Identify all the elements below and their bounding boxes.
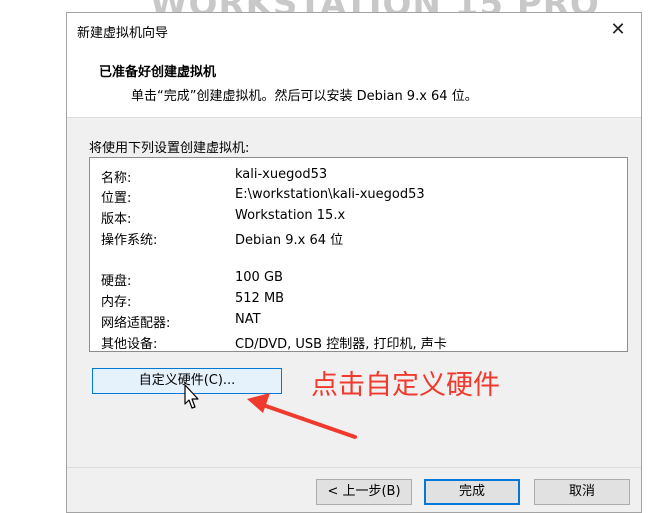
finish-button[interactable]: 完成: [424, 479, 520, 505]
footer-separator: [67, 467, 641, 468]
setting-value: NAT: [235, 312, 261, 327]
header-subtitle: 单击“完成”创建虚拟机。然后可以安装 Debian 9.x 64 位。: [131, 89, 478, 104]
setting-value: kali-xuegod53: [235, 167, 328, 182]
mouse-cursor-icon: [184, 384, 199, 409]
setting-key: 位置:: [101, 191, 132, 206]
title-bar: 新建虚拟机向导 ✕: [67, 13, 641, 47]
screen: WORKSTATION 15 PRO™ 新建虚拟机向导 ✕ 已准备好创建虚拟机 …: [0, 0, 661, 513]
window-title: 新建虚拟机向导: [77, 26, 169, 41]
header-title: 已准备好创建虚拟机: [99, 65, 217, 80]
setting-key: 名称:: [101, 171, 132, 186]
settings-label: 将使用下列设置创建虚拟机:: [89, 141, 250, 156]
wizard-header: 已准备好创建虚拟机 单击“完成”创建虚拟机。然后可以安装 Debian 9.x …: [67, 47, 641, 118]
setting-key: 硬盘:: [101, 274, 132, 289]
setting-key: 网络适配器:: [101, 316, 171, 331]
setting-key: 其他设备:: [101, 337, 158, 352]
close-icon[interactable]: ✕: [595, 13, 641, 47]
setting-value: 512 MB: [235, 291, 285, 306]
setting-value: 100 GB: [235, 270, 283, 285]
setting-key: 版本:: [101, 212, 132, 227]
cancel-button[interactable]: 取消: [534, 479, 630, 505]
settings-summary-box: 名称: kali-xuegod53 位置: E:\workstation\kal…: [89, 157, 628, 352]
setting-value: Workstation 15.x: [235, 208, 346, 223]
new-vm-wizard-dialog: 新建虚拟机向导 ✕ 已准备好创建虚拟机 单击“完成”创建虚拟机。然后可以安装 D…: [66, 12, 642, 513]
back-button[interactable]: < 上一步(B): [316, 479, 412, 505]
setting-value: CD/DVD, USB 控制器, 打印机, 声卡: [235, 337, 447, 352]
setting-value: Debian 9.x 64 位: [235, 233, 344, 248]
annotation-text: 点击自定义硬件: [311, 370, 500, 401]
setting-key: 操作系统:: [101, 233, 158, 248]
setting-value: E:\workstation\kali-xuegod53: [235, 187, 425, 202]
setting-key: 内存:: [101, 295, 132, 310]
